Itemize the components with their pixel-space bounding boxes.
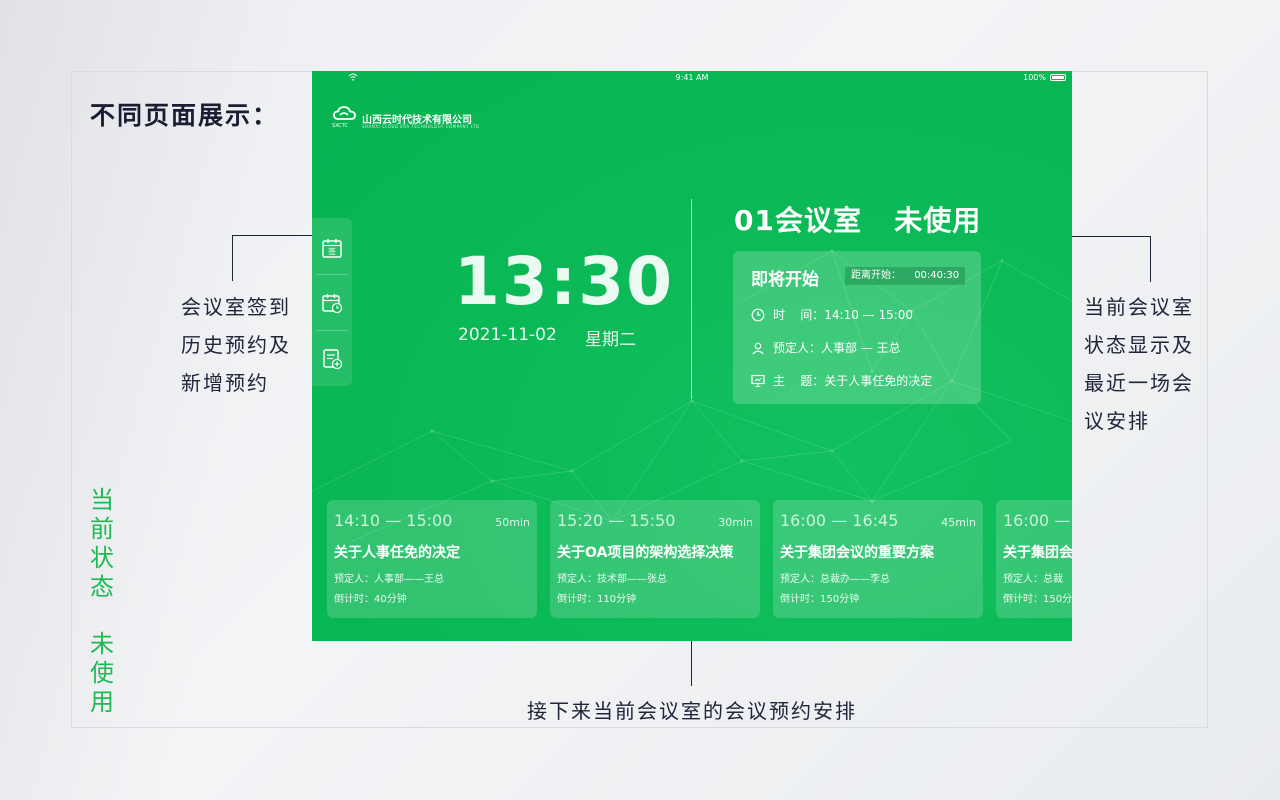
- countdown-label: 距离开始：: [851, 270, 901, 281]
- document-add-icon: [323, 348, 343, 369]
- schedule-booker: 预定人：人事部——王总: [334, 574, 444, 585]
- schedule-card[interactable]: 15:20 — 15:50 30min 关于OA项目的架构选择决策 预定人：技术…: [550, 500, 760, 618]
- connector-right-h: [1072, 236, 1151, 237]
- schedule-card[interactable]: 14:10 — 15:00 50min 关于人事任免的决定 预定人：人事部——王…: [327, 500, 537, 618]
- vertical-status-char: 用: [90, 688, 114, 716]
- battery-icon: [1050, 74, 1066, 81]
- clock-date: 2021-11-02: [458, 325, 557, 345]
- room-status-title: 01会议室 未使用: [734, 204, 982, 237]
- schedule-countdown: 倒计时：150分钟: [780, 594, 860, 605]
- next-meeting-booker: 预定人：人事部 — 王总: [773, 341, 901, 355]
- clock-weekday: 星期二: [585, 330, 636, 350]
- connector-bottom-v: [691, 641, 692, 686]
- schedule-countdown: 倒计时：110分钟: [557, 594, 637, 605]
- next-meeting-time-row: 时 间：14:10 — 15:00: [751, 306, 913, 323]
- schedule-topic: 关于集团会: [1003, 545, 1072, 561]
- schedule-countdown: 倒计时：40分钟: [334, 594, 407, 605]
- calendar-sign-icon: 签: [322, 238, 342, 258]
- schedule-duration: 30min: [718, 516, 753, 529]
- vertical-status-char: 未: [90, 630, 114, 658]
- connector-left-v: [232, 235, 233, 281]
- clock-icon: [751, 308, 765, 321]
- sign-in-glyph: 签: [328, 246, 336, 256]
- left-annotation: 会议室签到 历史预约及 新增预约: [181, 288, 291, 402]
- schedule-countdown: 倒计时：150分: [1003, 594, 1072, 605]
- next-meeting-topic-row: 主 题：关于人事任免的决定: [751, 372, 932, 389]
- schedule-time: 14:10 — 15:00: [334, 511, 453, 530]
- next-meeting-heading: 即将开始: [751, 270, 819, 290]
- vertical-status-char: 使: [90, 659, 114, 687]
- left-annotation-line: 会议室签到: [181, 295, 291, 319]
- calendar-history-icon: [322, 293, 343, 313]
- clock-time: 13:30: [454, 243, 675, 320]
- right-annotation: 当前会议室 状态显示及 最近一场会 议安排: [1084, 288, 1204, 440]
- page-title: 不同页面展示：: [90, 101, 280, 130]
- schedule-topic: 关于集团会议的重要方案: [780, 545, 934, 561]
- schedule-time: 15:20 — 15:50: [557, 511, 676, 530]
- sign-in-button[interactable]: 签: [312, 220, 352, 275]
- vertical-divider: [691, 199, 692, 399]
- schedule-duration: 50min: [495, 516, 530, 529]
- schedule-time: 16:00 — 1: [1003, 511, 1072, 530]
- vertical-status-char: 状: [90, 544, 114, 572]
- next-meeting-time: 时 间：14:10 — 15:00: [773, 308, 914, 322]
- status-time: 9:41 AM: [675, 73, 709, 82]
- right-annotation-line: 当前会议室: [1084, 295, 1194, 319]
- connector-left-h: [232, 235, 312, 236]
- new-booking-button[interactable]: [312, 331, 352, 386]
- bottom-annotation: 接下来当前会议室的会议预约安排: [527, 699, 857, 723]
- vertical-status-char: 态: [90, 573, 114, 601]
- company-abbr: SXCTC: [332, 123, 348, 129]
- schedule-topic: 关于OA项目的架构选择决策: [557, 545, 734, 561]
- schedule-topic: 关于人事任免的决定: [334, 545, 460, 561]
- meeting-room-screen: 9:41 AM 100% SXCTC 山西云时代技术有限公司 SHANXI CL…: [312, 71, 1072, 641]
- schedule-booker: 预定人：总裁: [1003, 574, 1063, 585]
- vertical-status-char: 前: [90, 515, 114, 543]
- vertical-status: 当 前 状 态 未 使 用: [88, 486, 116, 717]
- next-meeting-card[interactable]: 即将开始 距离开始： 00:40:30 时 间：14:10 — 15:00 预定…: [733, 251, 981, 404]
- schedule-booker: 预定人：技术部——张总: [557, 574, 667, 585]
- battery-percent: 100%: [1023, 73, 1046, 82]
- schedule-time: 16:00 — 16:45: [780, 511, 899, 530]
- schedule-card[interactable]: 16:00 — 1 关于集团会 预定人：总裁 倒计时：150分: [996, 500, 1072, 618]
- countdown-badge: 距离开始： 00:40:30: [845, 267, 966, 285]
- countdown-value: 00:40:30: [914, 270, 960, 281]
- right-annotation-line: 议安排: [1084, 409, 1150, 433]
- vertical-status-char: 当: [90, 486, 114, 514]
- presentation-icon: [751, 374, 765, 387]
- company-subtitle: SHANXI CLOUD ERA TECHNOLOGY COMPANY LTD.: [362, 124, 482, 129]
- side-toolbar: 签: [312, 218, 352, 386]
- schedule-card[interactable]: 16:00 — 16:45 45min 关于集团会议的重要方案 预定人：总裁办—…: [773, 500, 983, 618]
- next-meeting-booker-row: 预定人：人事部 — 王总: [751, 339, 901, 356]
- right-annotation-line: 状态显示及: [1084, 333, 1194, 357]
- connector-right-v: [1150, 236, 1151, 282]
- left-annotation-line: 历史预约及: [181, 333, 291, 357]
- left-annotation-line: 新增预约: [181, 371, 269, 395]
- schedule-booker: 预定人：总裁办——李总: [780, 574, 890, 585]
- next-meeting-topic: 主 题：关于人事任免的决定: [773, 374, 933, 388]
- device-status-bar: 9:41 AM 100%: [312, 71, 1072, 85]
- right-annotation-line: 最近一场会: [1084, 371, 1194, 395]
- user-icon: [752, 342, 764, 354]
- schedule-duration: 45min: [941, 516, 976, 529]
- history-button[interactable]: [312, 275, 352, 330]
